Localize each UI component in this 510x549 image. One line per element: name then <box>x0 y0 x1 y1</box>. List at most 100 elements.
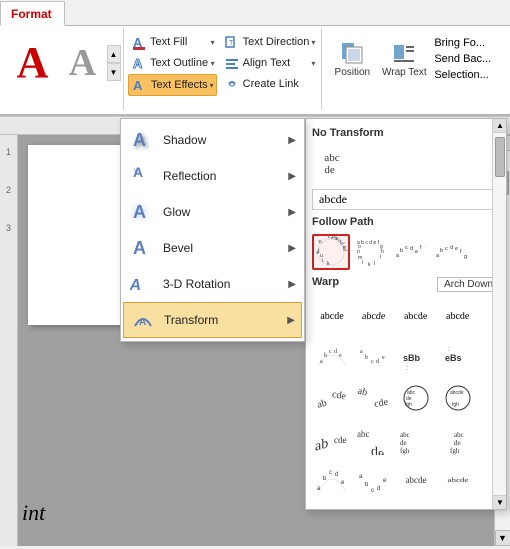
wordart-icon-small[interactable]: A <box>61 38 105 88</box>
text-effects-button[interactable]: A Text Effects ▾ <box>128 74 217 96</box>
text-direction-button[interactable]: T Text Direction ▾ <box>221 32 318 52</box>
svg-text:j: j <box>373 260 375 266</box>
follow-path-item-1[interactable]: a b c d e f a b c d e f g u t i k <box>312 234 350 270</box>
panel-scroll-down[interactable]: ▼ <box>493 495 507 509</box>
text-outline-button[interactable]: A Text Outline ▾ <box>128 53 217 73</box>
warp-item-last-4[interactable]: abcde <box>438 461 478 499</box>
reflection-arrow: ▶ <box>288 171 296 182</box>
tab-format[interactable]: Format <box>0 1 65 26</box>
text-effects-arrow[interactable]: ▾ <box>210 81 214 90</box>
svg-text:b: b <box>324 353 327 359</box>
selection-label: Selection... <box>434 69 488 81</box>
svg-text:d: d <box>450 245 453 251</box>
svg-text:a: a <box>320 359 323 365</box>
svg-text:b: b <box>400 248 403 254</box>
warp-item-complex-1[interactable]: abc de fgh <box>396 420 436 458</box>
menu-item-reflection[interactable]: A A Reflection ▶ <box>121 158 304 194</box>
bevel-icon: A <box>129 235 155 261</box>
bring-forward-button[interactable]: Bring Fo... <box>432 36 493 50</box>
svg-text:b: b <box>365 355 368 361</box>
send-back-button[interactable]: Send Bac... <box>432 52 493 66</box>
text-fill-arrow[interactable]: ▾ <box>211 38 215 47</box>
warp-item-badge-1[interactable]: abc de fgh <box>396 379 436 417</box>
warp-row-5: a b c d e a b c d e abcde <box>312 461 500 499</box>
wrap-text-button[interactable]: Wrap Text <box>380 32 428 84</box>
warp-item-fan-2[interactable]: abc de <box>354 420 394 458</box>
menu-item-3d-rotation[interactable]: A 3-D Rotation ▶ <box>121 266 304 302</box>
transform-label: Transform <box>164 313 279 327</box>
svg-text:b: b <box>365 482 369 488</box>
menu-item-bevel[interactable]: A Bevel ▶ <box>121 230 304 266</box>
svg-text:cde: cde <box>331 389 347 402</box>
no-transform-item[interactable]: abcde <box>312 145 352 183</box>
warp-item-arch-down[interactable]: a b c d e <box>354 338 394 376</box>
warp-item-abcde-2[interactable]: abcde <box>354 297 394 335</box>
svg-text:m: m <box>358 255 362 261</box>
panel-scroll-thumb[interactable] <box>495 137 505 177</box>
warp-row-2: a b c d e a b c d e sBb : <box>312 338 500 376</box>
svg-text:T: T <box>229 40 234 47</box>
warp-item-last-2[interactable]: a b c d e <box>354 461 394 499</box>
warp-last-4-text: abcde <box>448 477 469 484</box>
warp-item-complex-2[interactable]: abc de fgh <box>438 420 478 458</box>
svg-text:abc: abc <box>454 431 464 439</box>
menu-item-glow[interactable]: A Glow ▶ <box>121 194 304 230</box>
position-button[interactable]: Position <box>328 32 376 84</box>
text-col-right: T Text Direction ▾ Align T <box>221 32 318 110</box>
warp-item-arch-up[interactable]: a b c d e <box>312 338 352 376</box>
panel-scrollbar[interactable]: ▲ ▼ <box>492 119 506 509</box>
svg-text:abc: abc <box>400 431 410 439</box>
warp-item-abcde-1[interactable]: abcde <box>312 297 352 335</box>
text-group: A Text Fill ▾ A Text Outline ▾ <box>124 28 322 110</box>
warp-item-last-1[interactable]: a b c d e <box>312 461 352 499</box>
warp-last-2-icon: a b c d e <box>356 464 392 496</box>
text-direction-arrow[interactable]: ▾ <box>311 38 315 47</box>
svg-text:de: de <box>454 439 461 447</box>
align-text-label: Align Text <box>243 57 310 69</box>
text-fill-button[interactable]: A Text Fill ▾ <box>128 32 217 52</box>
follow-path-wave-icon: a b c d e f <box>394 235 428 269</box>
align-text-button[interactable]: Align Text ▾ <box>221 53 318 73</box>
warp-item-last-3[interactable]: abcde <box>396 461 436 499</box>
warp-item-badge-2[interactable]: abcde fgh <box>438 379 478 417</box>
warp-item-wave-1[interactable]: ab cde <box>312 379 352 417</box>
svg-text:A: A <box>133 165 140 176</box>
wordart-scroll-up[interactable]: ▲ <box>107 45 121 63</box>
create-link-button[interactable]: Create Link <box>221 74 318 94</box>
follow-path-item-2[interactable]: a b c d e f g h i j k l m n o <box>352 234 390 270</box>
wordart-scroll-down[interactable]: ▼ <box>107 63 121 81</box>
align-text-icon <box>223 54 241 72</box>
menu-item-shadow[interactable]: A Shadow ▶ <box>121 122 304 158</box>
svg-text:d: d <box>377 486 380 492</box>
align-text-arrow[interactable]: ▾ <box>311 59 315 68</box>
warp-item-abcde-3[interactable]: abcde <box>396 297 436 335</box>
svg-text:g: g <box>464 254 467 260</box>
warp-item-wave-2[interactable]: ab cde <box>354 379 394 417</box>
svg-text::: : <box>448 346 450 353</box>
follow-path-item-3[interactable]: a b c d e f <box>392 234 430 270</box>
warp-item-circle-down[interactable]: eBs : <box>438 338 478 376</box>
v-ruler-mark-3: 3 <box>6 223 11 233</box>
panel-scroll-up[interactable]: ▲ <box>493 119 507 133</box>
no-transform-section: No Transform abcde abcde <box>312 125 500 210</box>
text-effects-label: Text Effects <box>151 79 208 91</box>
warp-text-2: abcde <box>362 311 386 322</box>
arrange-group: Position Wrap Text Bring Fo... <box>322 28 506 110</box>
scroll-down-button[interactable]: ▼ <box>495 530 510 546</box>
svg-text:abc: abc <box>357 429 370 439</box>
warp-item-fan-1[interactable]: ab cde <box>312 420 352 458</box>
canvas-wordart-text: int <box>22 500 45 526</box>
warp-last-3-text: abcde <box>406 475 427 485</box>
warp-item-circle-up[interactable]: sBb : <box>396 338 436 376</box>
follow-path-item-4[interactable]: a b c d e f g <box>432 234 470 270</box>
warp-item-abcde-4[interactable]: abcde <box>438 297 478 335</box>
svg-text:e: e <box>341 480 345 486</box>
svg-text:eBs: eBs <box>445 353 462 363</box>
warp-text-4: abcde <box>446 311 470 322</box>
menu-item-transform[interactable]: A Transform ▶ <box>123 302 302 338</box>
svg-text:fgh: fgh <box>450 447 460 455</box>
wordart-icon-large[interactable]: A <box>7 34 59 92</box>
follow-path-circle-2-icon: a b c d e f g h i j k l m n o <box>354 235 388 269</box>
text-outline-arrow[interactable]: ▾ <box>211 59 215 68</box>
selection-button[interactable]: Selection... <box>432 68 493 82</box>
